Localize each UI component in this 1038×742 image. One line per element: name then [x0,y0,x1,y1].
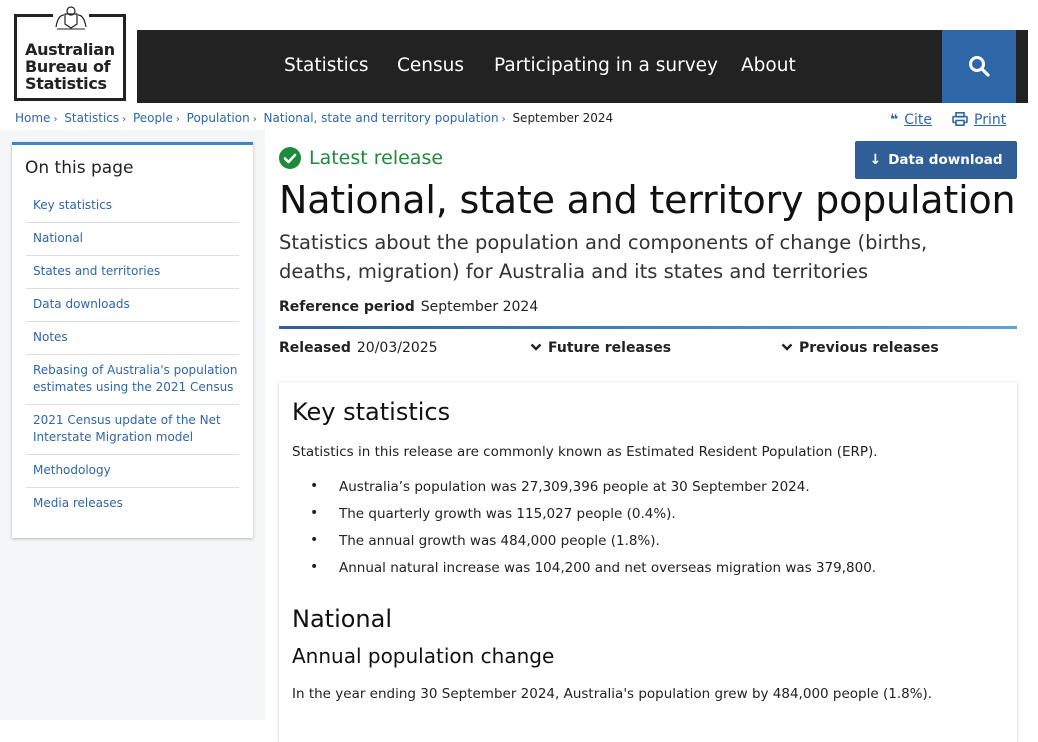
list-item: Australia’s population was 27,309,396 pe… [292,478,876,506]
sidebar-item-states-territories[interactable]: States and territories [26,256,239,289]
released-value: 20/03/2025 [356,340,438,356]
previous-releases-label: Previous releases [799,340,939,356]
breadcrumb-home[interactable]: Home [15,111,50,125]
logo-line: Bureau of [25,57,111,76]
sidebar-item-methodology[interactable]: Methodology [26,455,239,488]
nav-statistics[interactable]: Statistics [284,55,369,76]
chevron-down-icon [530,340,542,356]
sidebar-title: On this page [25,158,134,178]
future-releases-toggle[interactable]: Future releases [530,340,671,356]
print-link[interactable]: Print [952,112,1006,128]
reference-period: Reference period September 2024 [279,299,538,315]
coat-of-arms-icon [53,5,89,31]
sidebar-item-notes[interactable]: Notes [26,322,239,355]
breadcrumb-chevron-icon: › [175,114,180,125]
sidebar-item-census-update[interactable]: 2021 Census update of the Net Interstate… [26,405,239,455]
arrow-down-icon: ↓ [869,152,882,168]
cite-link[interactable]: ❝ Cite [890,112,932,128]
released-label: Released [279,340,351,356]
breadcrumb-chevron-icon: › [122,114,127,125]
list-item: The annual growth was 484,000 people (1.… [292,532,876,560]
search-button[interactable] [942,30,1016,103]
page-title: National, state and territory population [279,178,1016,222]
logo-line: Australian [25,40,115,59]
chevron-down-icon [781,340,793,356]
breadcrumb-national-state[interactable]: National, state and territory population [264,111,499,125]
nav-about[interactable]: About [741,55,796,76]
future-releases-label: Future releases [548,340,672,356]
sidebar-item-rebasing[interactable]: Rebasing of Australia's population estim… [26,355,239,405]
breadcrumb-statistics[interactable]: Statistics [64,111,119,125]
sidebar-item-national[interactable]: National [26,223,239,256]
key-statistics-list: Australia’s population was 27,309,396 pe… [292,478,876,587]
national-paragraph: In the year ending 30 September 2024, Au… [292,686,933,702]
data-download-label: Data download [888,152,1003,168]
sidebar-item-media-releases[interactable]: Media releases [26,488,239,520]
breadcrumb-chevron-icon: › [501,114,506,125]
reference-period-value: September 2024 [420,299,539,315]
breadcrumb-people[interactable]: People [133,111,173,125]
logo-line: Statistics [25,74,107,93]
latest-release-badge: Latest release [279,147,443,169]
released-date: Released 20/03/2025 [279,340,438,356]
national-heading: National [292,605,393,633]
abs-logo[interactable]: Australian Bureau of Statistics [14,5,126,101]
breadcrumb: Home › Statistics › People › Population › Na… [15,111,613,125]
on-this-page-sidebar: On this page Key statistics National Sta… [12,142,253,538]
quote-icon: ❝ [890,112,899,128]
logo-wordmark: Australian Bureau of Statistics [25,41,125,92]
cite-label: Cite [904,112,932,128]
key-statistics-intro: Statistics in this release are commonly … [292,444,878,460]
data-download-button[interactable]: ↓ Data download [855,141,1017,179]
list-item: Annual natural increase was 104,200 and … [292,559,876,587]
breadcrumb-chevron-icon: › [53,114,58,125]
key-statistics-heading: Key statistics [292,398,451,426]
search-icon [969,56,990,77]
page-subtitle: Statistics about the population and comp… [279,231,928,283]
header-divider [279,326,1017,329]
nav-participating[interactable]: Participating in a survey [494,55,718,76]
list-item: The quarterly growth was 115,027 people … [292,505,876,533]
sidebar-item-key-statistics[interactable]: Key statistics [26,190,239,223]
previous-releases-toggle[interactable]: Previous releases [781,340,939,356]
breadcrumb-current: September 2024 [512,111,614,125]
breadcrumb-chevron-icon: › [252,114,257,125]
print-label: Print [974,112,1007,128]
check-circle-icon [279,147,301,169]
printer-icon [952,112,968,128]
main-nav: Statistics Census Participating in a sur… [137,30,1028,103]
reference-period-label: Reference period [279,299,415,315]
content-card: Key statistics Statistics in this releas… [279,382,1017,742]
latest-release-label: Latest release [309,147,444,169]
sidebar-item-data-downloads[interactable]: Data downloads [26,289,239,322]
annual-population-change-heading: Annual population change [292,644,555,668]
nav-census[interactable]: Census [397,55,464,76]
breadcrumb-population[interactable]: Population [187,111,250,125]
